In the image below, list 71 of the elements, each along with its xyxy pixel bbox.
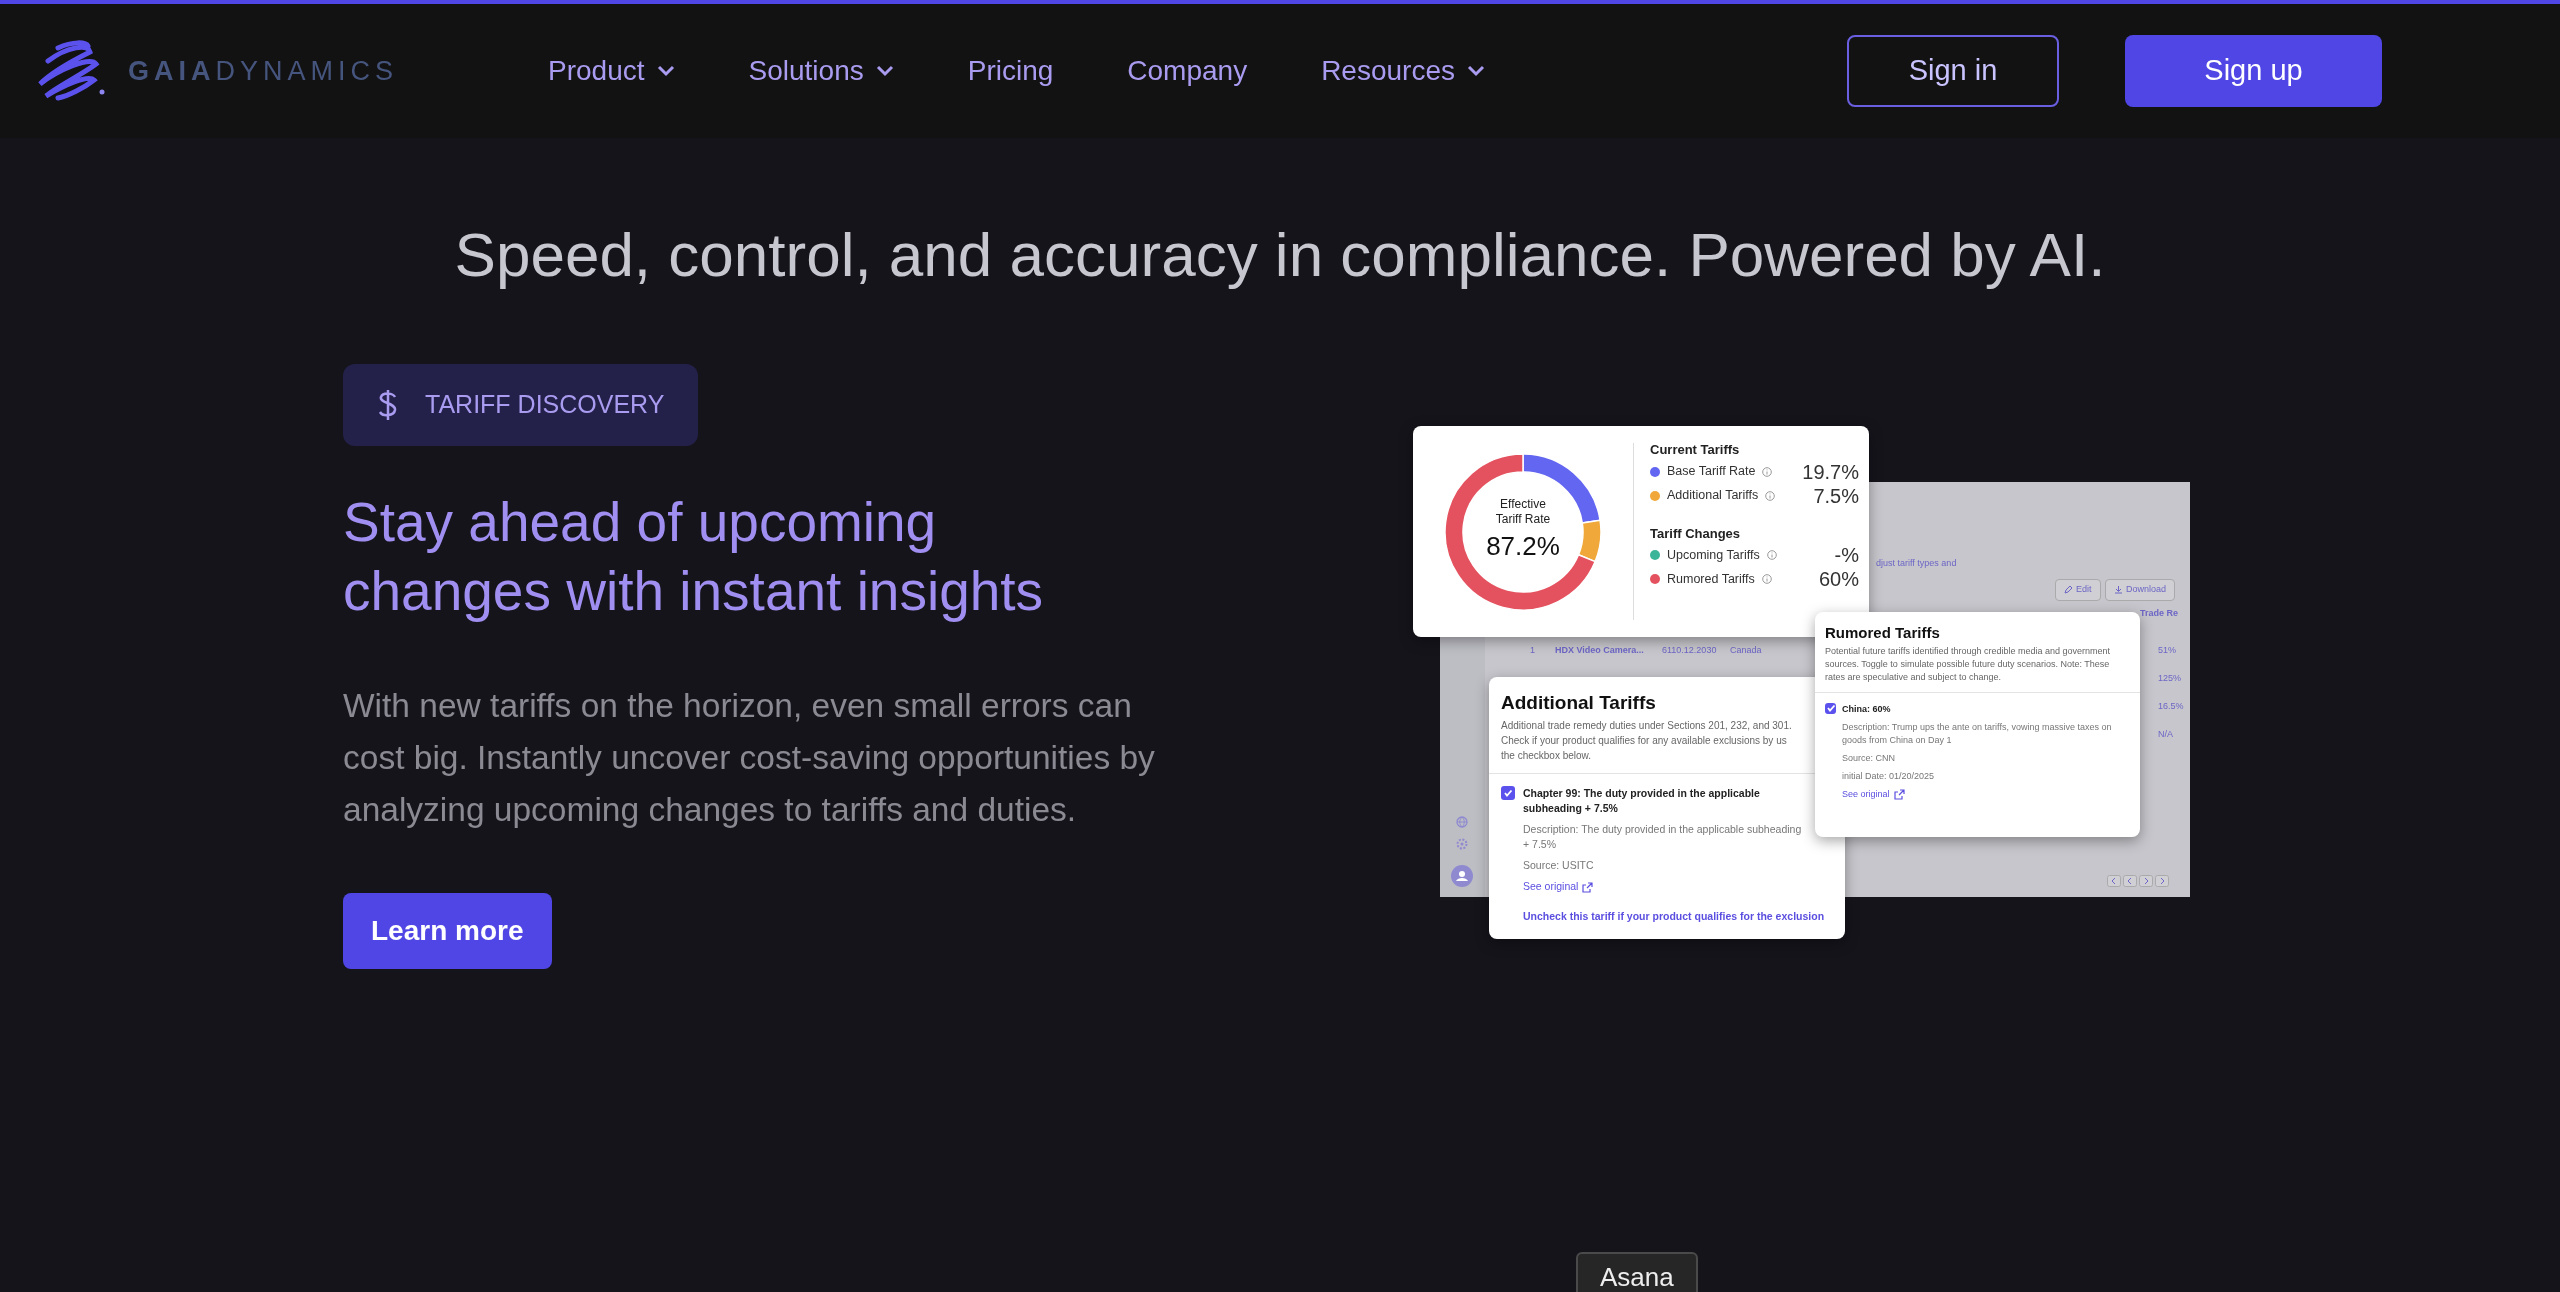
nav-link[interactable]: Solutions <box>748 44 894 98</box>
info-icon[interactable] <box>1765 490 1776 501</box>
see-original-link[interactable]: See original <box>1842 788 1890 802</box>
previous-page-icon[interactable] <box>2123 875 2137 887</box>
sign-in-button[interactable]: Sign in <box>1847 35 2059 107</box>
nav-link[interactable]: Company <box>1127 44 1248 98</box>
card-description: Potential future tariffs identified through credible media and government sources. Toggle to simulate possible future duty scenarios. Note: These rates are speculative and subject to change. <box>1825 644 2111 684</box>
nav-link[interactable]: Product <box>548 44 675 98</box>
headline: Speed, control, and accuracy in compliance. Powered by AI. <box>453 219 2107 291</box>
nav-link[interactable]: Pricing <box>967 44 1054 98</box>
tariff-description: Description: Trump ups the ante on tariffs, vowing massive taxes on goods from China on Day 1 <box>1842 721 2113 747</box>
dollar-icon <box>377 387 399 422</box>
nav-link[interactable]: Resources <box>1321 44 1485 98</box>
checkbox[interactable] <box>1825 702 1836 714</box>
info-icon[interactable] <box>1762 466 1773 477</box>
legend-value: 7.5% <box>1813 483 1859 509</box>
donut-label: Effective Tariff Rate <box>1494 497 1552 527</box>
table-cell-text: 16.5% <box>2158 700 2184 713</box>
donut-value: 87.2% <box>1486 530 1560 563</box>
table-cell-text: 6110.12.2030 <box>1662 644 1717 657</box>
panel-subtitle: djust tariff types and <box>1876 557 1957 570</box>
legend-label: Rumored Tariffs <box>1667 570 1755 588</box>
table-cell-text: 51% <box>2158 644 2176 657</box>
learn-more-button[interactable]: Learn more <box>343 892 552 969</box>
card-title: Rumored Tariffs <box>1825 623 1941 643</box>
external-link-icon[interactable] <box>1582 881 1594 893</box>
sign-up-button[interactable]: Sign up <box>2125 35 2382 107</box>
tariff-date: initial Date: 01/20/2025 <box>1842 770 1936 783</box>
uncheck-link[interactable]: Uncheck this tariff if your product qualifies for the exclusion <box>1523 909 1825 925</box>
next-page-icon[interactable] <box>2139 875 2153 887</box>
column-header: Trade Re <box>2140 607 2179 620</box>
legend-label: Additional Tariffs <box>1667 487 1759 505</box>
legend-value: 19.7% <box>1802 459 1859 485</box>
legend-value: -% <box>1834 543 1859 568</box>
external-link-icon[interactable] <box>1893 789 1905 801</box>
legend-value: 60% <box>1818 567 1859 592</box>
user-avatar-icon[interactable] <box>1451 865 1473 887</box>
checkmark-icon <box>1503 787 1513 798</box>
last-page-icon[interactable] <box>2155 875 2169 887</box>
globe-icon[interactable] <box>1456 816 1468 828</box>
category-badge: TARIFF DISCOVERY <box>343 364 699 446</box>
checkmark-icon <box>1825 703 1836 713</box>
tariff-source: Source: CNN <box>1842 752 1896 765</box>
card-title: Additional Tariffs <box>1501 691 1656 715</box>
tariff-description: Description: The duty provided in the applicable subheading + 7.5% <box>1523 821 1803 852</box>
legend-label: Base Tariff Rate <box>1667 463 1756 481</box>
info-icon[interactable] <box>1761 574 1772 584</box>
card-description: Additional trade remedy duties under Sections 201, 232, and 301. Check if your product qualifies for any available exclusions by us the checkbox below. <box>1501 718 1793 763</box>
tariff-source: Source: USITC <box>1523 857 1595 873</box>
feature-title: Stay ahead of upcoming changes with instant insights <box>343 489 1045 624</box>
legend-heading: Tariff Changes <box>1650 524 1742 543</box>
first-page-icon[interactable] <box>2107 875 2121 887</box>
feature-description: With new tariffs on the horizon, even small errors can cost big. Instantly uncover cost-saving opportunities by analyzing upcoming changes to tariffs and duties. <box>343 685 1156 830</box>
tariff-label: China: 60% <box>1842 702 1892 716</box>
table-cell-text: Canada <box>1730 644 1762 657</box>
legend-label: Upcoming Tariffs <box>1667 546 1760 564</box>
edit-button[interactable]: Edit <box>2055 579 2101 601</box>
pencil-icon <box>2064 585 2073 595</box>
settings-icon[interactable] <box>1456 838 1468 850</box>
table-cell-text: 1 <box>1530 644 1535 657</box>
download-button[interactable]: Download <box>2105 579 2176 601</box>
tooltip: Asana <box>1576 1252 1698 1292</box>
tariff-label: Chapter 99: The duty provided in the applicable subheading + 7.5% <box>1523 785 1761 816</box>
table-cell-text: 125% <box>2158 672 2182 685</box>
see-original-link[interactable]: See original <box>1523 879 1579 895</box>
checkbox[interactable] <box>1501 785 1515 800</box>
info-icon[interactable] <box>1766 550 1777 560</box>
download-icon <box>2114 585 2123 595</box>
table-cell-text: N/A <box>2158 728 2173 741</box>
legend-heading: Current Tariffs <box>1650 441 1741 459</box>
table-cell-text: HDX Video Camera... <box>1555 644 1644 657</box>
